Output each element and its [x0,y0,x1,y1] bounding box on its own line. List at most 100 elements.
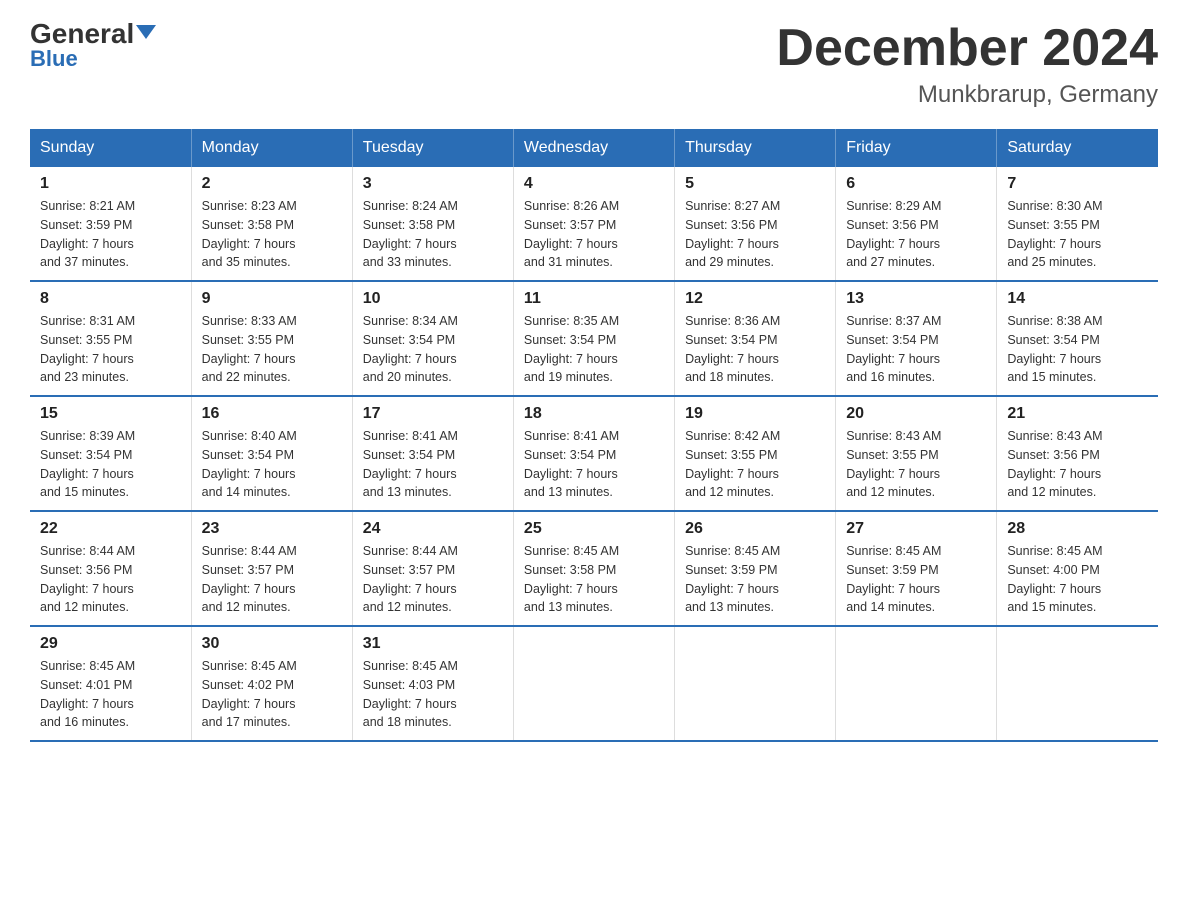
day-number: 28 [1007,520,1148,538]
day-info: Sunrise: 8:30 AM Sunset: 3:55 PM Dayligh… [1007,197,1148,272]
day-number: 12 [685,290,825,308]
day-number: 20 [846,405,986,423]
day-number: 5 [685,175,825,193]
day-info: Sunrise: 8:37 AM Sunset: 3:54 PM Dayligh… [846,312,986,387]
day-info: Sunrise: 8:43 AM Sunset: 3:55 PM Dayligh… [846,427,986,502]
calendar-cell: 25 Sunrise: 8:45 AM Sunset: 3:58 PM Dayli… [513,511,674,626]
day-info: Sunrise: 8:24 AM Sunset: 3:58 PM Dayligh… [363,197,503,272]
day-number: 14 [1007,290,1148,308]
day-header-saturday: Saturday [997,129,1158,167]
logo-triangle-icon [136,25,156,39]
calendar-cell: 29 Sunrise: 8:45 AM Sunset: 4:01 PM Dayli… [30,626,191,741]
calendar-cell: 5Sunrise: 8:27 AM Sunset: 3:56 PM Daylig… [675,167,836,281]
day-info: Sunrise: 8:45 AM Sunset: 4:00 PM Dayligh… [1007,542,1148,617]
calendar-cell: 13 Sunrise: 8:37 AM Sunset: 3:54 PM Dayli… [836,281,997,396]
day-number: 19 [685,405,825,423]
calendar-cell [836,626,997,741]
day-number: 21 [1007,405,1148,423]
day-header-sunday: Sunday [30,129,191,167]
day-info: Sunrise: 8:39 AM Sunset: 3:54 PM Dayligh… [40,427,181,502]
day-info: Sunrise: 8:43 AM Sunset: 3:56 PM Dayligh… [1007,427,1148,502]
day-info: Sunrise: 8:38 AM Sunset: 3:54 PM Dayligh… [1007,312,1148,387]
calendar-cell: 12 Sunrise: 8:36 AM Sunset: 3:54 PM Dayli… [675,281,836,396]
day-info: Sunrise: 8:45 AM Sunset: 3:58 PM Dayligh… [524,542,664,617]
calendar-cell: 7Sunrise: 8:30 AM Sunset: 3:55 PM Daylig… [997,167,1158,281]
day-info: Sunrise: 8:45 AM Sunset: 4:01 PM Dayligh… [40,657,181,732]
calendar-cell: 16Sunrise: 8:40 AM Sunset: 3:54 PM Dayli… [191,396,352,511]
day-info: Sunrise: 8:26 AM Sunset: 3:57 PM Dayligh… [524,197,664,272]
day-info: Sunrise: 8:31 AM Sunset: 3:55 PM Dayligh… [40,312,181,387]
calendar-cell: 31 Sunrise: 8:45 AM Sunset: 4:03 PM Dayli… [352,626,513,741]
page-header: General Blue December 2024 Munkbrarup, G… [30,20,1158,109]
calendar-cell: 6 Sunrise: 8:29 AM Sunset: 3:56 PM Daylig… [836,167,997,281]
calendar-cell: 30 Sunrise: 8:45 AM Sunset: 4:02 PM Dayli… [191,626,352,741]
day-info: Sunrise: 8:45 AM Sunset: 4:03 PM Dayligh… [363,657,503,732]
day-header-monday: Monday [191,129,352,167]
day-number: 8 [40,290,181,308]
day-number: 18 [524,405,664,423]
day-number: 2 [202,175,342,193]
day-info: Sunrise: 8:45 AM Sunset: 3:59 PM Dayligh… [685,542,825,617]
day-info: Sunrise: 8:29 AM Sunset: 3:56 PM Dayligh… [846,197,986,272]
day-header-tuesday: Tuesday [352,129,513,167]
day-info: Sunrise: 8:44 AM Sunset: 3:56 PM Dayligh… [40,542,181,617]
day-number: 22 [40,520,181,538]
calendar-cell: 2 Sunrise: 8:23 AM Sunset: 3:58 PM Daylig… [191,167,352,281]
calendar-cell: 10 Sunrise: 8:34 AM Sunset: 3:54 PM Dayli… [352,281,513,396]
calendar-week-row: 22 Sunrise: 8:44 AM Sunset: 3:56 PM Dayli… [30,511,1158,626]
calendar-cell [997,626,1158,741]
day-number: 26 [685,520,825,538]
calendar-cell: 1Sunrise: 8:21 AM Sunset: 3:59 PM Daylig… [30,167,191,281]
calendar-week-row: 1Sunrise: 8:21 AM Sunset: 3:59 PM Daylig… [30,167,1158,281]
day-number: 13 [846,290,986,308]
day-info: Sunrise: 8:40 AM Sunset: 3:54 PM Dayligh… [202,427,342,502]
calendar-cell: 20 Sunrise: 8:43 AM Sunset: 3:55 PM Dayli… [836,396,997,511]
calendar-cell: 26 Sunrise: 8:45 AM Sunset: 3:59 PM Dayli… [675,511,836,626]
calendar-cell: 21 Sunrise: 8:43 AM Sunset: 3:56 PM Dayli… [997,396,1158,511]
location-subtitle: Munkbrarup, Germany [776,81,1158,109]
day-number: 31 [363,635,503,653]
logo: General Blue [30,20,156,72]
calendar-cell: 4 Sunrise: 8:26 AM Sunset: 3:57 PM Daylig… [513,167,674,281]
calendar-cell [675,626,836,741]
logo-blue-text: Blue [30,46,78,72]
day-number: 1 [40,175,181,193]
calendar-cell: 3 Sunrise: 8:24 AM Sunset: 3:58 PM Daylig… [352,167,513,281]
day-number: 17 [363,405,503,423]
day-number: 25 [524,520,664,538]
day-info: Sunrise: 8:41 AM Sunset: 3:54 PM Dayligh… [524,427,664,502]
day-number: 29 [40,635,181,653]
calendar-cell: 17 Sunrise: 8:41 AM Sunset: 3:54 PM Dayli… [352,396,513,511]
calendar-cell: 23 Sunrise: 8:44 AM Sunset: 3:57 PM Dayli… [191,511,352,626]
calendar-cell: 18 Sunrise: 8:41 AM Sunset: 3:54 PM Dayli… [513,396,674,511]
calendar-week-row: 8 Sunrise: 8:31 AM Sunset: 3:55 PM Daylig… [30,281,1158,396]
day-number: 10 [363,290,503,308]
day-info: Sunrise: 8:23 AM Sunset: 3:58 PM Dayligh… [202,197,342,272]
day-number: 9 [202,290,342,308]
day-info: Sunrise: 8:41 AM Sunset: 3:54 PM Dayligh… [363,427,503,502]
calendar-cell: 28 Sunrise: 8:45 AM Sunset: 4:00 PM Dayli… [997,511,1158,626]
day-number: 30 [202,635,342,653]
day-header-thursday: Thursday [675,129,836,167]
day-number: 6 [846,175,986,193]
calendar-cell: 11Sunrise: 8:35 AM Sunset: 3:54 PM Dayli… [513,281,674,396]
day-number: 23 [202,520,342,538]
day-info: Sunrise: 8:44 AM Sunset: 3:57 PM Dayligh… [363,542,503,617]
calendar-cell: 8 Sunrise: 8:31 AM Sunset: 3:55 PM Daylig… [30,281,191,396]
day-number: 24 [363,520,503,538]
day-number: 4 [524,175,664,193]
main-title: December 2024 [776,20,1158,77]
day-info: Sunrise: 8:34 AM Sunset: 3:54 PM Dayligh… [363,312,503,387]
calendar-week-row: 29 Sunrise: 8:45 AM Sunset: 4:01 PM Dayli… [30,626,1158,741]
day-info: Sunrise: 8:35 AM Sunset: 3:54 PM Dayligh… [524,312,664,387]
day-info: Sunrise: 8:44 AM Sunset: 3:57 PM Dayligh… [202,542,342,617]
calendar-cell: 15Sunrise: 8:39 AM Sunset: 3:54 PM Dayli… [30,396,191,511]
calendar-cell: 9 Sunrise: 8:33 AM Sunset: 3:55 PM Daylig… [191,281,352,396]
day-number: 3 [363,175,503,193]
calendar-cell: 22 Sunrise: 8:44 AM Sunset: 3:56 PM Dayli… [30,511,191,626]
day-info: Sunrise: 8:33 AM Sunset: 3:55 PM Dayligh… [202,312,342,387]
day-header-friday: Friday [836,129,997,167]
day-info: Sunrise: 8:36 AM Sunset: 3:54 PM Dayligh… [685,312,825,387]
day-info: Sunrise: 8:45 AM Sunset: 4:02 PM Dayligh… [202,657,342,732]
day-header-wednesday: Wednesday [513,129,674,167]
